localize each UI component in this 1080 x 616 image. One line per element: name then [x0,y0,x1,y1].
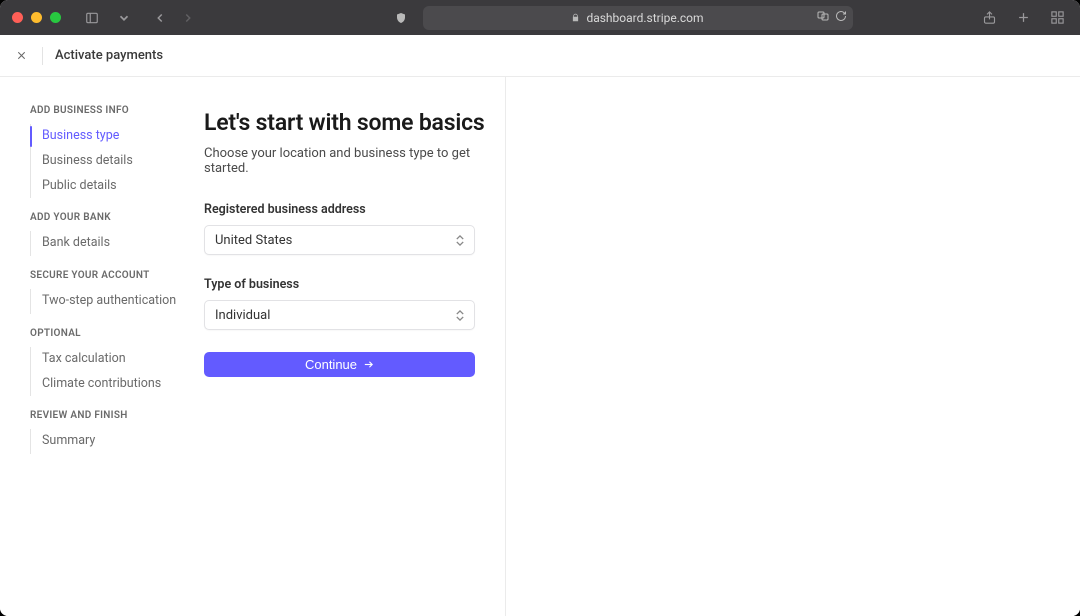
close-window-button[interactable] [12,12,23,23]
sidebar-item-tax-calculation[interactable]: Tax calculation [31,347,200,372]
continue-button-label: Continue [305,357,357,372]
window-controls [12,12,61,23]
lock-icon [571,13,580,22]
sidebar-item-public-details[interactable]: Public details [31,174,200,199]
forward-button[interactable] [177,7,199,29]
preview-panel [505,77,1080,616]
address-select[interactable]: United States [204,225,475,255]
back-button[interactable] [149,7,171,29]
share-icon[interactable] [978,7,1000,29]
business-type-select-value: Individual [215,308,270,323]
sidebar: ADD BUSINESS INFO Business type Business… [0,77,200,616]
reload-icon[interactable] [835,10,847,25]
arrow-right-icon [363,359,374,370]
select-chevron-icon [456,310,464,321]
sidebar-section-title: REVIEW AND FINISH [30,410,200,421]
minimize-window-button[interactable] [31,12,42,23]
sidebar-section-title: ADD BUSINESS INFO [30,105,200,116]
sidebar-toggle-icon[interactable] [81,7,103,29]
sidebar-item-bank-details[interactable]: Bank details [31,231,200,256]
sidebar-section-title: OPTIONAL [30,328,200,339]
form-area: Let's start with some basics Choose your… [200,77,505,616]
business-type-label: Type of business [204,277,505,292]
page-title: Activate payments [55,48,163,63]
form-heading: Let's start with some basics [204,109,505,136]
form-subheading: Choose your location and business type t… [204,146,505,176]
sidebar-section-title: ADD YOUR BANK [30,212,200,223]
continue-button[interactable]: Continue [204,352,475,377]
browser-chrome: dashboard.stripe.com [0,0,1080,35]
sidebar-item-business-type[interactable]: Business type [31,124,200,149]
chevron-down-icon[interactable] [113,7,135,29]
address-bar[interactable]: dashboard.stripe.com [423,6,853,30]
maximize-window-button[interactable] [50,12,61,23]
address-label: Registered business address [204,202,505,217]
translate-icon[interactable] [817,10,829,25]
sidebar-item-business-details[interactable]: Business details [31,149,200,174]
sidebar-item-two-step-auth[interactable]: Two-step authentication [31,289,200,314]
page-header: Activate payments [0,35,1080,77]
sidebar-item-climate-contributions[interactable]: Climate contributions [31,372,200,397]
close-icon[interactable] [12,47,30,65]
privacy-shield-icon[interactable] [395,12,407,24]
tab-overview-icon[interactable] [1046,7,1068,29]
select-chevron-icon [456,235,464,246]
sidebar-item-summary[interactable]: Summary [31,429,200,454]
new-tab-icon[interactable] [1012,7,1034,29]
divider [42,47,43,65]
sidebar-section-title: SECURE YOUR ACCOUNT [30,270,200,281]
business-type-select[interactable]: Individual [204,300,475,330]
address-select-value: United States [215,233,292,248]
url-text: dashboard.stripe.com [586,11,703,25]
